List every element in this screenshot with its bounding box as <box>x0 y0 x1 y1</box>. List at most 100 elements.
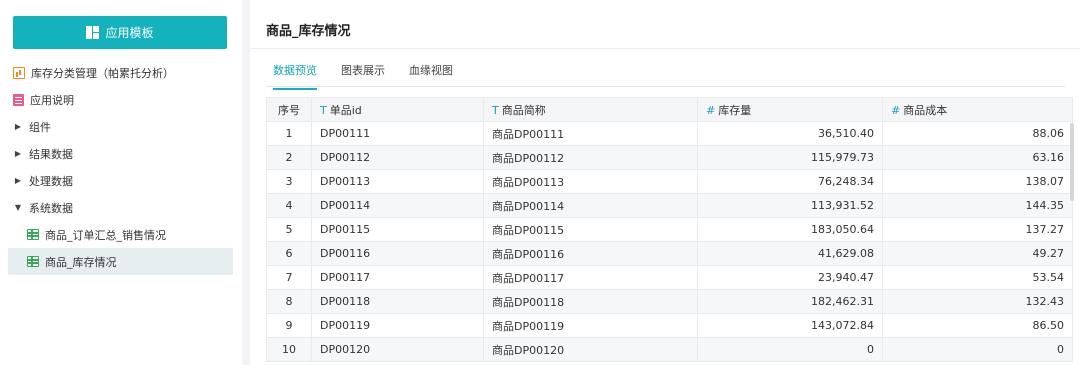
table-cell: 商品DP00113 <box>483 169 698 194</box>
app-template-label: 应用模板 <box>105 26 154 40</box>
table-cell: 商品DP00119 <box>483 313 698 338</box>
sidebar-item-label: 处理数据 <box>29 174 73 188</box>
table-cell: 1 <box>266 121 312 146</box>
table-cell: 88.06 <box>882 121 1073 146</box>
table-cell: 182,462.31 <box>697 289 883 314</box>
table-cell: 36,510.40 <box>697 121 883 146</box>
number-type-icon: # <box>706 103 716 117</box>
number-type-icon: # <box>891 103 901 117</box>
column-header-product-name[interactable]: T 商品简称 <box>483 97 698 122</box>
caret-right-icon[interactable]: ▶ <box>13 149 23 158</box>
table-cell: 143,072.84 <box>697 313 883 338</box>
divider <box>266 86 1065 87</box>
sidebar-item-inventory-status[interactable]: 商品_库存情况 <box>8 248 233 275</box>
sidebar-item-system-data[interactable]: ▼ 系统数据 <box>0 194 242 221</box>
sidebar-item-processing-data[interactable]: ▶ 处理数据 <box>0 167 242 194</box>
table-cell: 4 <box>266 193 312 218</box>
app-template-button[interactable]: 应用模板 <box>13 16 227 49</box>
table-row[interactable]: 5 DP00115 商品DP00115 183,050.64 137.27 <box>266 217 1073 242</box>
main-panel: 商品_库存情况 数据预览 图表展示 血缘视图 序号 T 单品id T 商品简称 # 库… <box>242 0 1080 365</box>
table-icon <box>27 229 39 240</box>
table-cell: 商品DP00116 <box>483 241 698 266</box>
table-cell: 115,979.73 <box>697 145 883 170</box>
table-cell: DP00118 <box>311 289 484 314</box>
page-title: 商品_库存情况 <box>266 24 351 39</box>
caret-down-icon[interactable]: ▼ <box>13 203 23 212</box>
table-cell: 5 <box>266 217 312 242</box>
table-cell: DP00117 <box>311 265 484 290</box>
table-row[interactable]: 6 DP00116 商品DP00116 41,629.08 49.27 <box>266 241 1073 266</box>
sidebar-item-result-data[interactable]: ▶ 结果数据 <box>0 140 242 167</box>
table-cell: 76,248.34 <box>697 169 883 194</box>
column-header-item-id[interactable]: T 单品id <box>311 97 484 122</box>
table-icon <box>27 256 39 267</box>
table-cell: 144.35 <box>882 193 1073 218</box>
table-cell: 138.07 <box>882 169 1073 194</box>
table-row[interactable]: 1 DP00111 商品DP00111 36,510.40 88.06 <box>266 121 1073 146</box>
table-cell: 7 <box>266 265 312 290</box>
column-header-index[interactable]: 序号 <box>266 97 312 122</box>
sidebar-item-app-description[interactable]: 应用说明 <box>0 86 242 113</box>
sidebar-tree: 库存分类管理（帕累托分析） 应用说明 ▶ 组件 ▶ 结果数据 ▶ 处理数据 ▼ … <box>0 59 242 275</box>
table-cell: 53.54 <box>882 265 1073 290</box>
table-cell: 商品DP00120 <box>483 337 698 362</box>
table-header-row: 序号 T 单品id T 商品简称 # 库存量 # 商品成本 <box>266 97 1073 122</box>
table-row[interactable]: 4 DP00114 商品DP00114 113,931.52 144.35 <box>266 193 1073 218</box>
table-cell: 商品DP00114 <box>483 193 698 218</box>
caret-right-icon[interactable]: ▶ <box>13 176 23 185</box>
sidebar-item-order-summary[interactable]: 商品_订单汇总_销售情况 <box>0 221 242 248</box>
table-cell: 10 <box>266 337 312 362</box>
table-cell: 6 <box>266 241 312 266</box>
caret-right-icon[interactable]: ▶ <box>13 122 23 131</box>
table-cell: 49.27 <box>882 241 1073 266</box>
table-cell: DP00115 <box>311 217 484 242</box>
table-cell: DP00113 <box>311 169 484 194</box>
table-row[interactable]: 3 DP00113 商品DP00113 76,248.34 138.07 <box>266 169 1073 194</box>
table-cell: 商品DP00112 <box>483 145 698 170</box>
sidebar-item-components[interactable]: ▶ 组件 <box>0 113 242 140</box>
document-icon <box>13 93 24 106</box>
table-cell: 0 <box>697 337 883 362</box>
table-row[interactable]: 8 DP00118 商品DP00118 182,462.31 132.43 <box>266 289 1073 314</box>
sidebar-item-label: 组件 <box>29 120 51 134</box>
table-cell: 86.50 <box>882 313 1073 338</box>
column-header-cost[interactable]: # 商品成本 <box>882 97 1073 122</box>
table-row[interactable]: 10 DP00120 商品DP00120 0 0 <box>266 337 1073 362</box>
sidebar-item-label: 商品_订单汇总_销售情况 <box>45 228 166 242</box>
table-cell: 41,629.08 <box>697 241 883 266</box>
table-scrollbar[interactable] <box>1070 123 1074 201</box>
table-cell: 0 <box>882 337 1073 362</box>
table-row[interactable]: 2 DP00112 商品DP00112 115,979.73 63.16 <box>266 145 1073 170</box>
text-type-icon: T <box>492 103 499 117</box>
sidebar-item-label: 商品_库存情况 <box>45 255 117 269</box>
table-row[interactable]: 7 DP00117 商品DP00117 23,940.47 53.54 <box>266 265 1073 290</box>
sidebar-item-label: 结果数据 <box>29 147 73 161</box>
table-cell: 9 <box>266 313 312 338</box>
sidebar: 应用模板 库存分类管理（帕累托分析） 应用说明 ▶ 组件 ▶ 结果数据 ▶ 处理… <box>0 0 242 365</box>
table-cell: 183,050.64 <box>697 217 883 242</box>
table-cell: 137.27 <box>882 217 1073 242</box>
sidebar-item-label: 库存分类管理（帕累托分析） <box>31 66 174 80</box>
table-cell: 3 <box>266 169 312 194</box>
grid-icon <box>86 26 100 39</box>
sidebar-item-label: 系统数据 <box>29 201 73 215</box>
table-cell: 商品DP00111 <box>483 121 698 146</box>
table-cell: 132.43 <box>882 289 1073 314</box>
data-table: 序号 T 单品id T 商品简称 # 库存量 # 商品成本 1 DP00111 商品DP00… <box>266 97 1073 362</box>
table-row[interactable]: 9 DP00119 商品DP00119 143,072.84 86.50 <box>266 313 1073 338</box>
sidebar-item-label: 应用说明 <box>30 93 74 107</box>
table-cell: 113,931.52 <box>697 193 883 218</box>
column-header-stock[interactable]: # 库存量 <box>697 97 883 122</box>
table-cell: 63.16 <box>882 145 1073 170</box>
table-cell: DP00111 <box>311 121 484 146</box>
table-cell: 2 <box>266 145 312 170</box>
table-cell: 8 <box>266 289 312 314</box>
divider <box>250 48 1080 49</box>
text-type-icon: T <box>320 103 327 117</box>
sidebar-item-inventory-management[interactable]: 库存分类管理（帕累托分析） <box>0 59 242 86</box>
chart-icon <box>13 66 25 79</box>
table-cell: 23,940.47 <box>697 265 883 290</box>
table-cell: DP00112 <box>311 145 484 170</box>
table-cell: DP00120 <box>311 337 484 362</box>
table-cell: DP00116 <box>311 241 484 266</box>
